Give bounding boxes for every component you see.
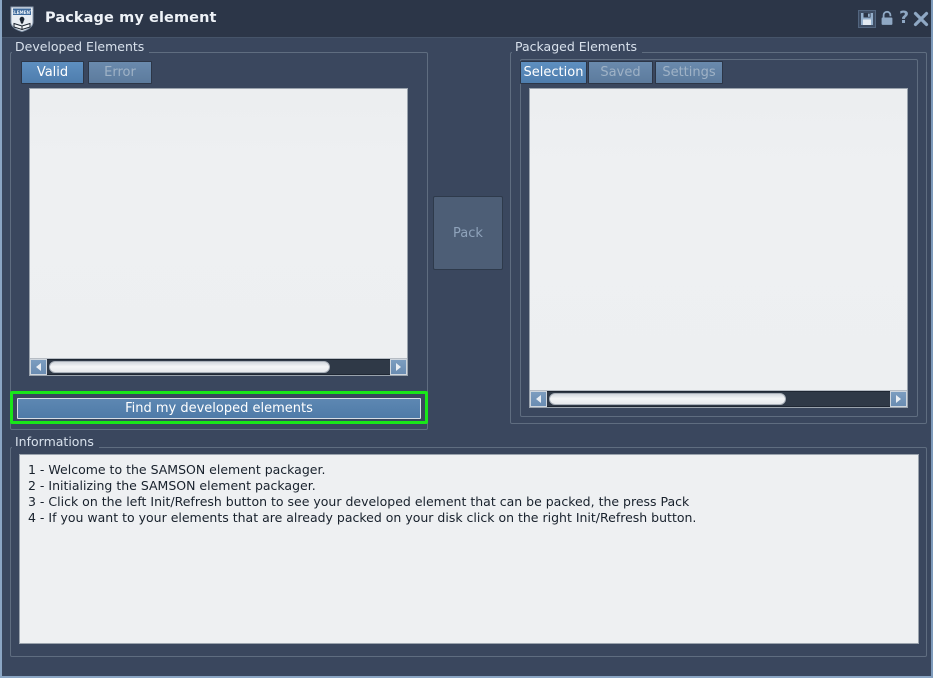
packaged-elements-list-content	[530, 89, 907, 390]
tab-valid-label: Valid	[36, 65, 69, 80]
pack-button[interactable]: Pack	[433, 196, 503, 270]
developed-scroll-track[interactable]	[47, 359, 390, 375]
title-bar: ELEMENT Package my element ?	[2, 0, 931, 38]
find-elements-focus-ring: Find my developed elements	[10, 391, 428, 424]
find-my-developed-elements-button[interactable]: Find my developed elements	[17, 398, 421, 419]
status-strip	[4, 659, 931, 676]
packaged-elements-hscrollbar[interactable]	[530, 390, 907, 407]
packaged-elements-list[interactable]	[529, 88, 908, 408]
tab-selection-label: Selection	[523, 65, 584, 80]
developed-elements-label: Developed Elements	[12, 39, 150, 54]
developed-elements-list[interactable]	[29, 88, 408, 376]
tab-settings-label: Settings	[662, 65, 716, 80]
application-window: ELEMENT Package my element ? Developed E…	[0, 0, 933, 678]
tab-error[interactable]: Error	[88, 61, 152, 84]
tab-selection[interactable]: Selection	[520, 61, 587, 84]
close-icon[interactable]	[912, 10, 930, 28]
packaged-elements-label: Packaged Elements	[512, 39, 642, 54]
packaged-scroll-track[interactable]	[547, 391, 890, 407]
developed-elements-hscrollbar[interactable]	[30, 358, 407, 375]
developed-scroll-thumb[interactable]	[49, 361, 331, 373]
help-icon[interactable]: ?	[895, 10, 913, 28]
informations-line: 3 - Click on the left Init/Refresh butto…	[28, 494, 690, 509]
scroll-left-icon[interactable]	[30, 359, 47, 375]
tab-valid[interactable]: Valid	[21, 61, 84, 84]
lock-icon[interactable]	[878, 10, 896, 28]
tab-saved-label: Saved	[600, 65, 641, 80]
informations-line: 1 - Welcome to the SAMSON element packag…	[28, 462, 326, 477]
save-icon[interactable]	[858, 10, 876, 28]
informations-label: Informations	[12, 434, 99, 449]
tab-error-label: Error	[104, 65, 136, 80]
scroll-right-icon[interactable]	[890, 391, 907, 407]
page-title: Package my element	[45, 10, 217, 26]
find-button-label: Find my developed elements	[125, 401, 313, 416]
packaged-scroll-thumb[interactable]	[549, 393, 786, 405]
informations-line: 2 - Initializing the SAMSON element pack…	[28, 478, 316, 493]
scroll-left-icon[interactable]	[530, 391, 547, 407]
element-shield-icon: ELEMENT	[9, 5, 35, 33]
informations-log[interactable]: 1 - Welcome to the SAMSON element packag…	[19, 454, 919, 644]
tab-saved[interactable]: Saved	[588, 61, 653, 84]
pack-button-label: Pack	[453, 225, 483, 241]
svg-text:ELEMENT: ELEMENT	[11, 10, 33, 15]
tab-settings[interactable]: Settings	[655, 61, 723, 84]
informations-line: 4 - If you want to your elements that ar…	[28, 510, 697, 525]
scroll-right-icon[interactable]	[390, 359, 407, 375]
developed-elements-list-content	[30, 89, 407, 358]
help-glyph: ?	[899, 8, 909, 28]
